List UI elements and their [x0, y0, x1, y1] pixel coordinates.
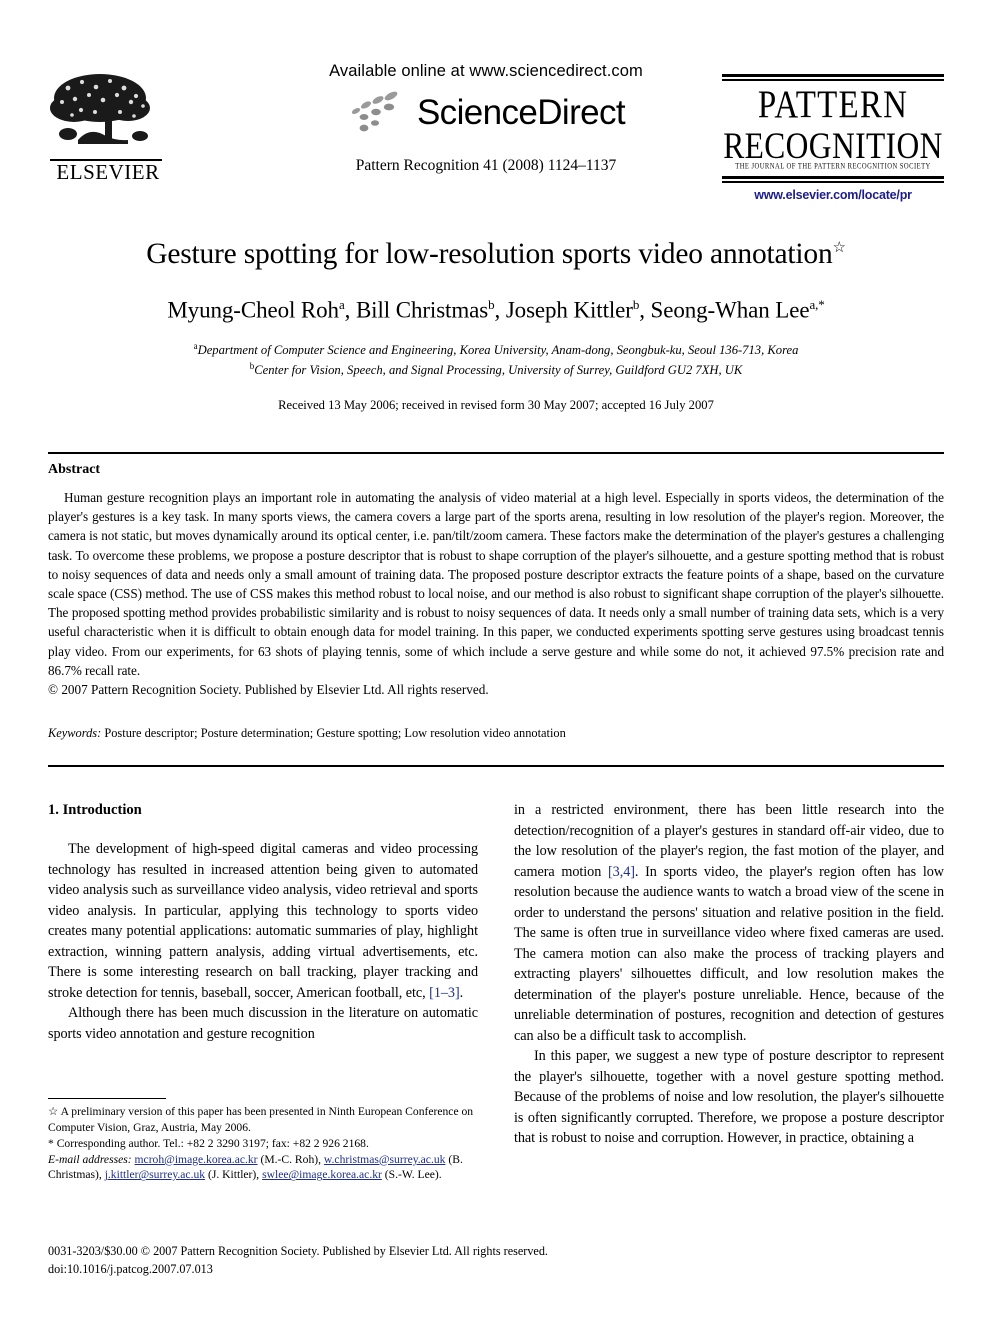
citation-ref-3-4[interactable]: [3,4]: [608, 864, 635, 880]
email-link-4[interactable]: swlee@image.korea.ac.kr: [262, 1168, 382, 1181]
intro-paragraph-3-tail: . In sports video, the player's region o…: [514, 863, 944, 1044]
page-title: Gesture spotting for low-resolution spor…: [48, 238, 944, 272]
affiliations: aDepartment of Computer Science and Engi…: [48, 340, 944, 380]
elsevier-tree-icon: [50, 74, 150, 144]
email-owner-4: (S.-W. Lee).: [384, 1168, 442, 1182]
intro-paragraph-1: The development of high-speed digital ca…: [48, 839, 478, 1003]
section-heading-introduction: 1. Introduction: [48, 802, 142, 818]
title-footnote-marker: ☆: [832, 240, 846, 257]
journal-url-link[interactable]: www.elsevier.com/locate/pr: [722, 188, 944, 202]
issn-copyright-line: 0031-3203/$30.00 © 2007 Pattern Recognit…: [48, 1244, 548, 1258]
citation-ref-1-3[interactable]: [1–3]: [429, 985, 460, 1001]
author-list: Myung-Cheol Roha, Bill Christmasb, Josep…: [167, 296, 825, 323]
keywords-label: Keywords:: [48, 726, 102, 740]
author-name-3: Joseph Kittler: [505, 297, 633, 323]
masthead: ELSEVIER Available online at www.science…: [48, 62, 944, 207]
intro-paragraph-2: Although there has been much discussion …: [48, 1005, 478, 1042]
sciencedirect-wordmark: ScienceDirect: [416, 92, 626, 132]
footnote-asterisk-line: * Corresponding author. Tel.: +82 2 3290…: [48, 1136, 478, 1152]
keywords-value: Posture descriptor; Posture determinatio…: [104, 726, 566, 740]
title-area: Gesture spotting for low-resolution spor…: [48, 238, 944, 413]
abstract-top-divider: [48, 452, 944, 455]
journal-logo-top-rule-2: [722, 79, 944, 81]
footnote-star-line: ☆ A preliminary version of this paper ha…: [48, 1104, 478, 1136]
affiliation-text-b: Center for Vision, Speech, and Signal Pr…: [254, 362, 743, 377]
footnote-asterisk-text: Corresponding author. Tel.: +82 2 3290 3…: [56, 1136, 369, 1150]
journal-logo-bottom-rules: [722, 176, 944, 183]
abstract-body: Human gesture recognition plays an impor…: [48, 490, 944, 678]
sciencedirect-dots-icon: [351, 91, 398, 132]
affiliation-a: aDepartment of Computer Science and Engi…: [48, 340, 944, 360]
doi-line: doi:10.1016/j.patcog.2007.07.013: [48, 1261, 213, 1276]
footnote-asterisk-marker: *: [48, 1136, 54, 1150]
journal-logo-subtitle: THE JOURNAL OF THE PATTERN RECOGNITION S…: [735, 162, 931, 172]
footnote-block: ☆ A preliminary version of this paper ha…: [48, 1098, 478, 1183]
email-owner-3: (J. Kittler),: [207, 1168, 260, 1182]
journal-logo-bottom-rule-2: [722, 181, 944, 183]
author-name-4: Seong-Whan Lee: [650, 297, 810, 323]
email-addresses-label: E-mail addresses:: [48, 1152, 132, 1166]
author-sup-2: b: [488, 296, 495, 312]
page-footer: 0031-3203/$30.00 © 2007 Pattern Recognit…: [48, 1243, 748, 1278]
keywords-line: Keywords: Posture descriptor; Posture de…: [48, 726, 944, 741]
journal-logo-title: PATTERN RECOGNITION: [722, 83, 944, 166]
author-sup-3: b: [632, 296, 640, 312]
footnote-star-text: A preliminary version of this paper has …: [48, 1105, 474, 1135]
paper-page: ELSEVIER Available online at www.science…: [0, 0, 992, 1323]
affiliation-b: bCenter for Vision, Speech, and Signal P…: [48, 360, 944, 380]
abstract-heading: Abstract: [48, 462, 101, 477]
email-owner-1: (M.-C. Roh),: [260, 1152, 321, 1166]
intro-paragraph-4: In this paper, we suggest a new type of …: [514, 1048, 944, 1147]
body-column-left: 1. Introduction The development of high-…: [48, 800, 478, 1044]
email-link-3[interactable]: j.kittler@surrey.ac.uk: [105, 1168, 205, 1181]
journal-logo-block: PATTERN RECOGNITION THE JOURNAL OF THE P…: [722, 74, 944, 202]
journal-logo-line2: RECOGNITION: [723, 124, 943, 166]
email-link-2[interactable]: w.christmas@surrey.ac.uk: [324, 1153, 446, 1166]
footnote-email-line: E-mail addresses: mcroh@image.korea.ac.k…: [48, 1152, 478, 1184]
journal-logo-top-rule-1: [722, 74, 944, 77]
intro-paragraph-3: in a restricted environment, there has b…: [514, 800, 944, 1046]
author-name-2: Bill Christmas: [355, 297, 489, 323]
body-column-right: in a restricted environment, there has b…: [514, 800, 944, 1149]
author-sup-4: a,*: [809, 296, 825, 312]
paper-title-text: Gesture spotting for low-resolution spor…: [146, 238, 833, 270]
sciencedirect-block: Available online at www.sciencedirect.co…: [276, 62, 696, 175]
intro-paragraph-1-text: The development of high-speed digital ca…: [48, 841, 478, 1001]
elsevier-logo-block: ELSEVIER: [48, 68, 166, 183]
email-link-1[interactable]: mcroh@image.korea.ac.kr: [135, 1153, 258, 1166]
journal-volume-reference: Pattern Recognition 41 (2008) 1124–1137: [355, 157, 617, 174]
author-name-1: Myung-Cheol Roh: [167, 297, 339, 323]
intro-paragraph-1-tail: .: [459, 984, 464, 1001]
footnote-divider: [48, 1098, 166, 1100]
abstract-copyright: © 2007 Pattern Recognition Society. Publ…: [48, 682, 489, 698]
footnote-star-marker: ☆: [48, 1105, 59, 1119]
submission-history: Received 13 May 2006; received in revise…: [278, 397, 714, 412]
affiliation-text-a: Department of Computer Science and Engin…: [197, 342, 799, 357]
abstract-section: Abstract Human gesture recognition plays…: [48, 462, 944, 699]
keywords-bottom-divider: [48, 765, 944, 768]
elsevier-wordmark: ELSEVIER: [56, 160, 160, 184]
author-sup-1: a: [338, 296, 345, 312]
available-online-text: Available online at www.sciencedirect.co…: [329, 62, 643, 80]
journal-logo-bottom-rule-1: [722, 176, 944, 180]
journal-logo-line1: PATTERN: [757, 83, 909, 126]
sciencedirect-logo-row: ScienceDirect: [276, 89, 696, 135]
